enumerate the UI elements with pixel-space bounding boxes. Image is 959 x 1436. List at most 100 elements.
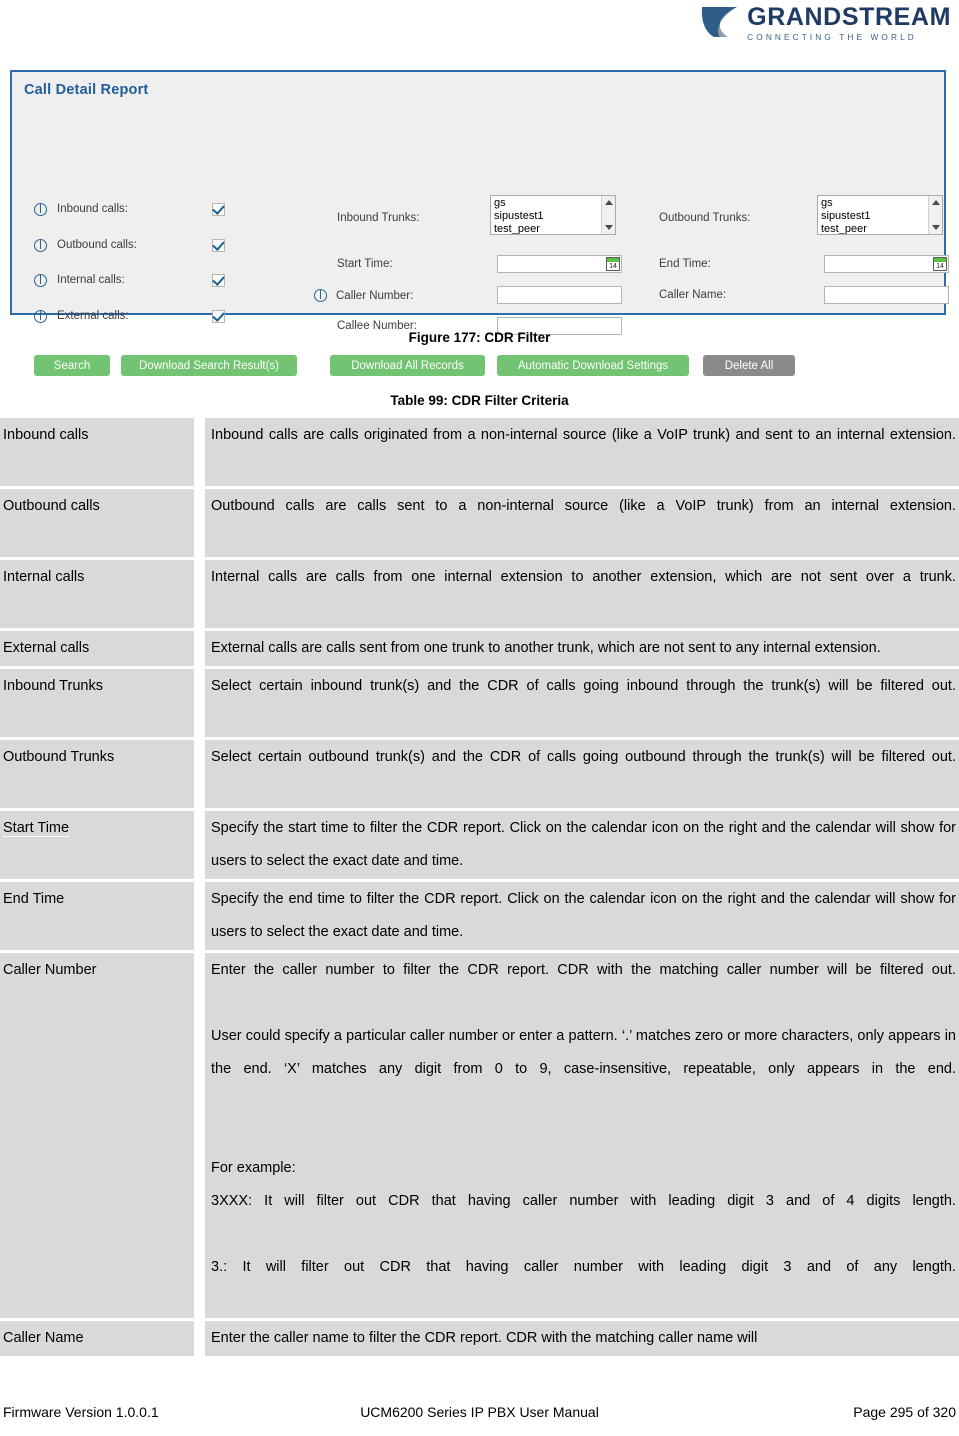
table-row: Caller Name Enter the caller name to fil… [0, 1318, 959, 1356]
caller-number-label: Caller Number: [336, 289, 414, 302]
delete-all-button[interactable]: Delete All [703, 355, 795, 376]
info-icon-internal-calls[interactable] [34, 273, 47, 287]
criteria-key: Start Time [0, 808, 194, 879]
criteria-key: End Time [0, 879, 194, 950]
caller-name-input[interactable] [824, 286, 949, 304]
column-gap [194, 950, 205, 1318]
info-icon-outbound-calls[interactable] [34, 238, 47, 252]
table-row: Internal calls Internal calls are calls … [0, 557, 959, 628]
outbound-trunks-listbox[interactable]: gs sipustest1 test_peer [817, 195, 943, 235]
criteria-paragraph: Enter the caller name to filter the CDR … [211, 1330, 758, 1346]
criteria-value: Select certain outbound trunk(s) and the… [205, 737, 959, 808]
caller-name-label-wrap: Caller Name: [659, 289, 726, 301]
criteria-paragraph: User could specify a particular caller n… [211, 1028, 956, 1077]
chevron-up-icon[interactable] [605, 200, 613, 205]
column-gap [194, 737, 205, 808]
checkbox-row-external-calls[interactable]: External calls: [34, 307, 264, 325]
chevron-down-icon[interactable] [605, 225, 613, 230]
column-gap [194, 628, 205, 666]
inbound-trunks-scrollbar[interactable] [601, 196, 615, 234]
checkbox-label-external-calls: External calls: [57, 310, 129, 322]
column-gap [194, 879, 205, 950]
checkbox-row-inbound-calls[interactable]: Inbound calls: [34, 200, 264, 218]
info-icon-external-calls[interactable] [34, 309, 47, 323]
info-icon-caller-number[interactable] [314, 289, 327, 302]
table-row: Caller Number Enter the caller number to… [0, 950, 959, 1318]
column-gap [194, 666, 205, 737]
inbound-trunk-option-0[interactable]: gs [494, 197, 615, 210]
criteria-key: Inbound Trunks [0, 666, 194, 737]
inbound-trunk-option-2[interactable]: test_peer [494, 223, 615, 234]
outbound-trunks-label-wrap: Outbound Trunks: [659, 212, 750, 224]
criteria-value: Select certain inbound trunk(s) and the … [205, 666, 959, 737]
criteria-paragraph: Enter the caller number to filter the CD… [211, 962, 956, 978]
table-row: Outbound Trunks Select certain outbound … [0, 737, 959, 808]
checkbox-outbound-calls[interactable] [212, 237, 225, 252]
calendar-icon-start-time[interactable]: 14 [606, 257, 620, 271]
criteria-value: Internal calls are calls from one intern… [205, 557, 959, 628]
start-time-input[interactable]: 14 [497, 255, 622, 273]
criteria-key: Caller Number [0, 950, 194, 1318]
checkbox-row-internal-calls[interactable]: Internal calls: [34, 271, 264, 289]
end-time-label-wrap: End Time: [659, 258, 711, 270]
grandstream-logo: GRANDSTREAM CONNECTING THE WORLD [700, 4, 951, 42]
checkbox-inbound-calls[interactable] [212, 201, 225, 216]
logo-brand-text: GRANDSTREAM [747, 2, 951, 31]
inbound-trunk-option-1[interactable]: sipustest1 [494, 210, 615, 223]
criteria-value: Specify the start time to filter the CDR… [205, 808, 959, 879]
start-time-label: Start Time: [337, 258, 393, 270]
page-header: GRANDSTREAM CONNECTING THE WORLD [0, 0, 959, 55]
table-row: Inbound Trunks Select certain inbound tr… [0, 666, 959, 737]
inbound-trunks-label: Inbound Trunks: [337, 212, 420, 224]
criteria-key: Outbound Trunks [0, 737, 194, 808]
criteria-paragraph: For example: [211, 1160, 296, 1176]
info-icon-inbound-calls[interactable] [34, 202, 47, 216]
outbound-trunk-option-2[interactable]: test_peer [821, 223, 942, 234]
checkbox-label-inbound-calls: Inbound calls: [57, 203, 128, 215]
footer-page-number: Page 295 of 320 [853, 1404, 956, 1420]
column-gap [194, 557, 205, 628]
criteria-key-text: Start Time [3, 820, 70, 837]
start-time-label-wrap: Start Time: [337, 258, 393, 270]
column-gap [194, 486, 205, 557]
inbound-trunks-listbox[interactable]: gs sipustest1 test_peer [490, 195, 616, 235]
outbound-trunk-option-1[interactable]: sipustest1 [821, 210, 942, 223]
criteria-key: Outbound calls [0, 486, 194, 557]
column-gap [194, 1318, 205, 1356]
download-all-records-button[interactable]: Download All Records [330, 355, 485, 376]
download-search-results-button[interactable]: Download Search Result(s) [121, 355, 297, 376]
cdr-filter-criteria-table: Inbound calls Inbound calls are calls or… [0, 418, 959, 1356]
checkbox-external-calls[interactable] [212, 308, 225, 323]
table-row: Inbound calls Inbound calls are calls or… [0, 418, 959, 486]
automatic-download-settings-button[interactable]: Automatic Download Settings [497, 355, 689, 376]
criteria-key: Internal calls [0, 557, 194, 628]
grandstream-swoosh-icon [700, 4, 740, 42]
footer-manual-title: UCM6200 Series IP PBX User Manual [360, 1404, 599, 1420]
criteria-value: Specify the end time to filter the CDR r… [205, 879, 959, 950]
end-time-label: End Time: [659, 258, 711, 270]
criteria-paragraph: Internal calls are calls from one intern… [211, 569, 956, 585]
search-button[interactable]: Search [34, 355, 110, 376]
checkbox-row-outbound-calls[interactable]: Outbound calls: [34, 236, 264, 254]
outbound-trunks-label: Outbound Trunks: [659, 212, 751, 224]
column-gap [194, 418, 205, 486]
criteria-paragraph: Select certain inbound trunk(s) and the … [211, 678, 956, 694]
chevron-down-icon[interactable] [932, 225, 940, 230]
column-gap [194, 808, 205, 879]
table-caption: Table 99: CDR Filter Criteria [390, 393, 569, 408]
page-footer: Firmware Version 1.0.0.1 UCM6200 Series … [0, 1404, 959, 1426]
outbound-trunk-option-0[interactable]: gs [821, 197, 942, 210]
end-time-input[interactable]: 14 [824, 255, 949, 273]
criteria-value: Enter the caller name to filter the CDR … [205, 1318, 959, 1356]
caller-name-label: Caller Name: [659, 289, 727, 301]
checkbox-internal-calls[interactable] [212, 272, 225, 287]
caller-number-label-wrap: Caller Number: [314, 289, 413, 302]
outbound-trunks-scrollbar[interactable] [928, 196, 942, 234]
criteria-paragraph: 3.: It will filter out CDR that having c… [211, 1259, 956, 1275]
panel-title: Call Detail Report [24, 82, 149, 98]
checkbox-label-outbound-calls: Outbound calls: [57, 239, 137, 251]
criteria-value: Outbound calls are calls sent to a non-i… [205, 486, 959, 557]
calendar-icon-end-time[interactable]: 14 [933, 257, 947, 271]
chevron-up-icon[interactable] [932, 200, 940, 205]
caller-number-input[interactable] [497, 286, 622, 304]
